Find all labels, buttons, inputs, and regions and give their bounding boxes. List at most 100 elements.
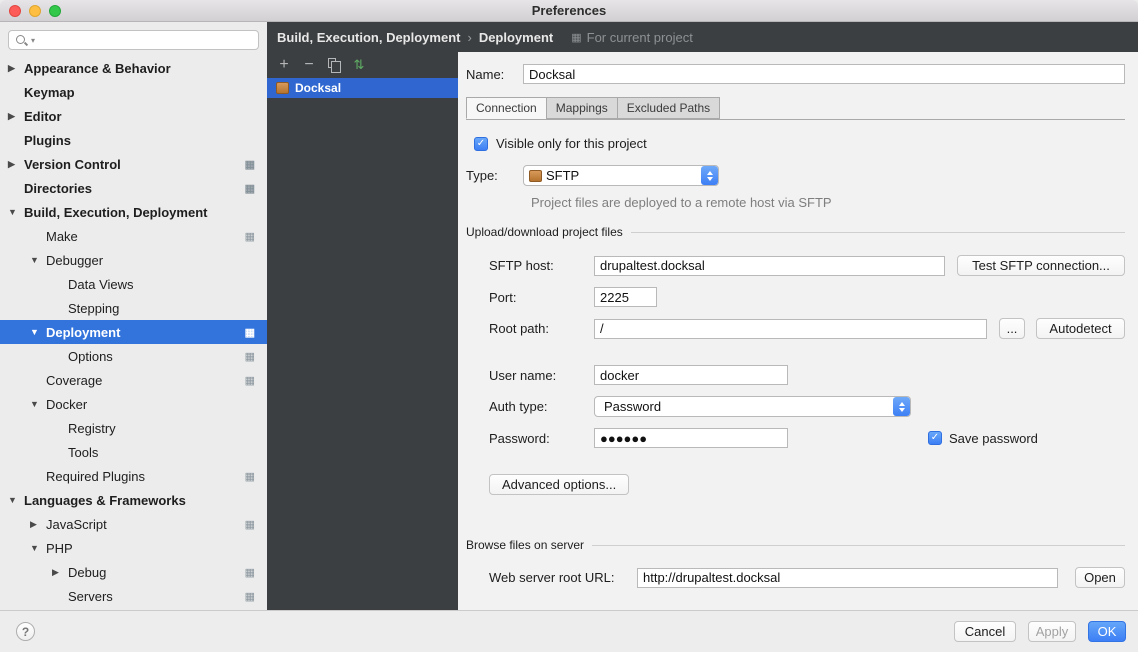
autodetect-button[interactable]: Autodetect [1036, 318, 1125, 339]
cancel-button[interactable]: Cancel [954, 621, 1016, 642]
dialog-footer: ? Cancel Apply OK [0, 610, 1138, 652]
settings-search[interactable]: ▾ [8, 30, 259, 50]
copy-server-icon[interactable] [327, 58, 341, 72]
chevron-right-icon[interactable]: ▶ [8, 111, 24, 122]
settings-sidebar: ▾ ▶Appearance & BehaviorKeymap▶EditorPlu… [0, 22, 267, 610]
search-input[interactable] [39, 33, 258, 47]
sidebar-item-label: Keymap [24, 85, 75, 100]
search-icon [15, 33, 29, 47]
sidebar-item-php[interactable]: ▼PHP [0, 536, 267, 560]
sidebar-item-label: Plugins [24, 133, 71, 148]
current-project-icon: ▦ [245, 182, 255, 195]
reorder-servers-icon[interactable]: ⇅ [352, 57, 366, 73]
connection-tabs: Connection Mappings Excluded Paths [466, 97, 1125, 120]
visible-only-checkbox[interactable]: ✓ [474, 137, 488, 151]
add-server-icon[interactable]: + [277, 57, 291, 73]
sidebar-item-directories[interactable]: Directories▦ [0, 176, 267, 200]
sidebar-item-label: Build, Execution, Deployment [24, 205, 207, 220]
chevron-down-icon[interactable]: ▼ [30, 327, 46, 337]
chevron-right-icon[interactable]: ▶ [30, 519, 46, 530]
auth-type-select[interactable]: Password [594, 396, 911, 417]
sidebar-item-debugger[interactable]: ▼Debugger [0, 248, 267, 272]
ok-button[interactable]: OK [1088, 621, 1126, 642]
sidebar-item-make[interactable]: Make▦ [0, 224, 267, 248]
tab-mappings[interactable]: Mappings [546, 97, 617, 119]
sidebar-item-plugins[interactable]: Plugins [0, 128, 267, 152]
root-path-label: Root path: [489, 321, 594, 336]
deployment-form: Name: Connection Mappings Excluded Paths… [458, 52, 1138, 610]
sidebar-item-javascript[interactable]: ▶JavaScript▦ [0, 512, 267, 536]
tab-connection[interactable]: Connection [466, 97, 546, 119]
sidebar-item-options[interactable]: Options▦ [0, 344, 267, 368]
sidebar-item-label: Version Control [24, 157, 121, 172]
sidebar-item-tools[interactable]: Tools [0, 440, 267, 464]
upload-section-header: Upload/download project files [466, 225, 1125, 239]
sidebar-item-keymap[interactable]: Keymap [0, 80, 267, 104]
breadcrumb-deployment[interactable]: Deployment [479, 30, 553, 45]
chevron-down-icon[interactable]: ▼ [30, 399, 46, 409]
chevron-down-icon[interactable]: ▼ [30, 255, 46, 265]
open-button[interactable]: Open [1075, 567, 1125, 588]
current-project-icon: ▦ [245, 470, 255, 483]
close-window-button[interactable] [9, 5, 21, 17]
sftp-host-label: SFTP host: [489, 258, 594, 273]
apply-button[interactable]: Apply [1028, 621, 1076, 642]
chevron-right-icon[interactable]: ▶ [8, 63, 24, 74]
sidebar-item-coverage[interactable]: Coverage ▦ [0, 368, 267, 392]
chevron-down-icon[interactable]: ▼ [8, 495, 24, 505]
sidebar-item-label: Editor [24, 109, 62, 124]
test-sftp-connection-button[interactable]: Test SFTP connection... [957, 255, 1125, 276]
sidebar-item-registry[interactable]: Registry [0, 416, 267, 440]
current-project-icon: ▦ [245, 590, 255, 603]
sidebar-item-label: Debug [68, 565, 106, 580]
sftp-icon [529, 170, 542, 182]
sidebar-item-label: Appearance & Behavior [24, 61, 171, 76]
sidebar-item-label: Coverage [46, 373, 102, 388]
visible-only-label: Visible only for this project [496, 136, 647, 151]
port-input[interactable] [594, 287, 657, 307]
current-project-icon: ▦ [245, 374, 255, 387]
minimize-window-button[interactable] [29, 5, 41, 17]
sidebar-item-build-execution-deployment[interactable]: ▼Build, Execution, Deployment [0, 200, 267, 224]
sidebar-item-debug[interactable]: ▶Debug ▦ [0, 560, 267, 584]
user-name-input[interactable] [594, 365, 788, 385]
sidebar-item-appearance-behavior[interactable]: ▶Appearance & Behavior [0, 56, 267, 80]
for-current-project-label: For current project [587, 30, 693, 45]
type-select[interactable]: SFTP [523, 165, 719, 186]
server-list-item-docksal[interactable]: Docksal [267, 78, 458, 98]
sidebar-item-stepping[interactable]: Stepping [0, 296, 267, 320]
current-project-icon: ▦ [245, 566, 255, 579]
chevron-down-icon: ▾ [31, 36, 35, 45]
sidebar-item-deployment[interactable]: ▼Deployment▦ [0, 320, 267, 344]
sidebar-item-label: Deployment [46, 325, 120, 340]
select-stepper-icon [893, 397, 910, 416]
divider [592, 545, 1125, 546]
sidebar-item-label: Registry [68, 421, 116, 436]
help-button[interactable]: ? [16, 622, 35, 641]
traffic-lights [9, 5, 61, 17]
sidebar-item-docker[interactable]: ▼Docker [0, 392, 267, 416]
servers-toolbar: + − ⇅ [267, 52, 458, 78]
root-path-input[interactable] [594, 319, 987, 339]
sidebar-item-editor[interactable]: ▶Editor [0, 104, 267, 128]
name-input[interactable] [523, 64, 1125, 84]
sftp-host-input[interactable] [594, 256, 945, 276]
browse-root-path-button[interactable]: ... [999, 318, 1025, 339]
zoom-window-button[interactable] [49, 5, 61, 17]
sidebar-item-required-plugins[interactable]: Required Plugins▦ [0, 464, 267, 488]
sidebar-item-data-views[interactable]: Data Views [0, 272, 267, 296]
tab-excluded-paths[interactable]: Excluded Paths [617, 97, 720, 119]
breadcrumb-build-execution-deployment[interactable]: Build, Execution, Deployment [277, 30, 460, 45]
chevron-down-icon[interactable]: ▼ [8, 207, 24, 217]
password-input[interactable] [594, 428, 788, 448]
sidebar-item-languages-frameworks[interactable]: ▼Languages & Frameworks [0, 488, 267, 512]
save-password-checkbox[interactable]: ✓ [928, 431, 942, 445]
remove-server-icon[interactable]: − [302, 57, 316, 73]
chevron-right-icon[interactable]: ▶ [52, 567, 68, 578]
sidebar-item-servers[interactable]: Servers▦ [0, 584, 267, 608]
web-root-input[interactable] [637, 568, 1058, 588]
advanced-options-button[interactable]: Advanced options... [489, 474, 629, 495]
sidebar-item-version-control[interactable]: ▶Version Control▦ [0, 152, 267, 176]
chevron-down-icon[interactable]: ▼ [30, 543, 46, 553]
chevron-right-icon[interactable]: ▶ [8, 159, 24, 170]
